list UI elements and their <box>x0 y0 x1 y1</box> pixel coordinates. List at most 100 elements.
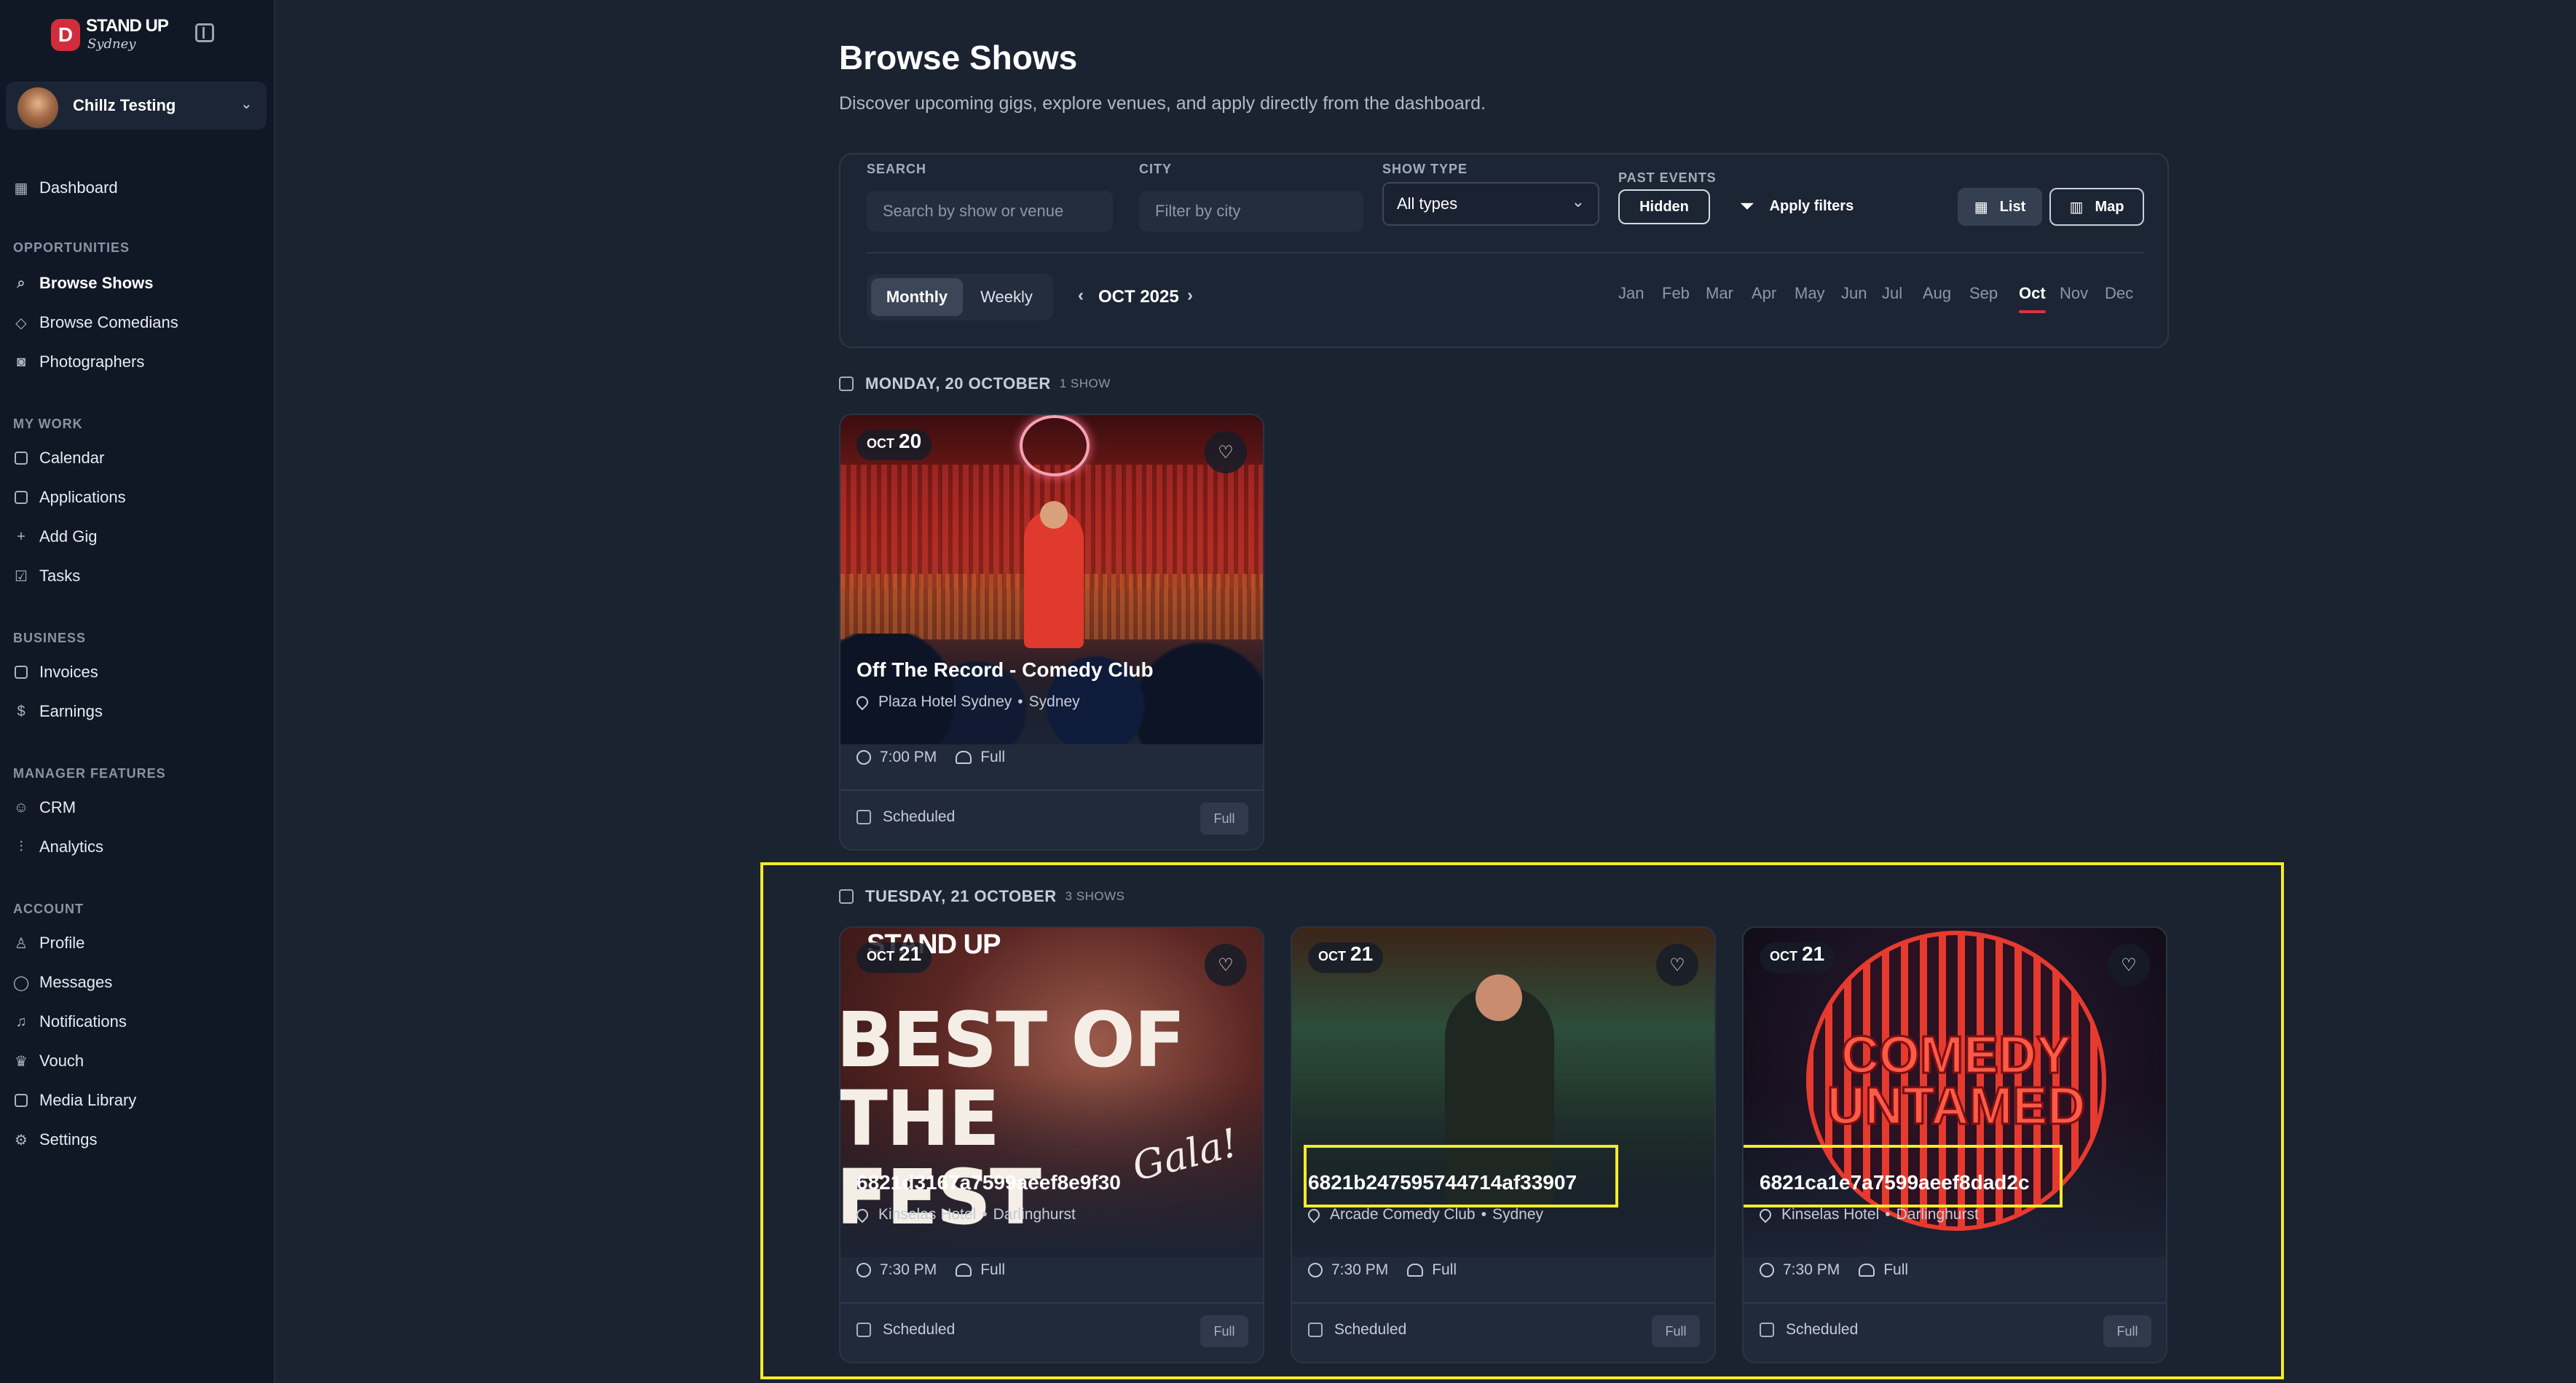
sidebar-item-label: Tasks <box>39 567 81 585</box>
card-divider <box>840 1302 1263 1304</box>
month-tab-oct[interactable]: Oct <box>2019 284 2046 313</box>
sidebar-item-invoices[interactable]: Invoices <box>13 659 261 685</box>
date-day: 20 <box>899 430 922 452</box>
city-input[interactable]: Filter by city <box>1139 191 1363 232</box>
show-card[interactable]: COMEDY UNTAMED OCT 21 ♡ 6821ca1e7a7599aee… <box>1742 926 2167 1363</box>
crown-icon: ♛ <box>15 1053 28 1070</box>
sidebar-item-label: Calendar <box>39 449 105 467</box>
avatar <box>17 87 58 128</box>
show-type-select[interactable]: All types ⌄ <box>1382 182 1599 226</box>
venue-city: Sydney <box>1492 1206 1543 1223</box>
sidebar-item-settings[interactable]: ⚙ Settings <box>13 1127 261 1153</box>
show-card[interactable]: OCT 20 ♡ Off The Record - Comedy Club Pla… <box>839 414 1264 851</box>
prev-month-icon[interactable]: ‹ <box>1078 285 1084 306</box>
favorite-heart-icon[interactable]: ♡ <box>1205 944 1247 986</box>
past-events-toggle[interactable]: Hidden <box>1618 189 1710 224</box>
calendar-icon <box>13 450 29 466</box>
month-tab-jun[interactable]: Jun <box>1841 284 1867 303</box>
sidebar-item-dashboard[interactable]: ▦ Dashboard <box>13 175 261 201</box>
month-tab-dec[interactable]: Dec <box>2105 284 2133 303</box>
plus-icon: + <box>17 528 25 545</box>
search-input[interactable]: Search by show or venue <box>867 191 1113 232</box>
sidebar-item-photographers[interactable]: ◙ Photographers <box>13 349 261 375</box>
venue-city: Darlinghurst <box>1896 1206 1979 1223</box>
show-count: 3 SHOWS <box>1065 889 1125 903</box>
sidebar-item-messages[interactable]: ◯ Messages <box>13 969 261 996</box>
sidebar-item-label: Notifications <box>39 1012 127 1031</box>
map-pin-icon <box>1757 1206 1774 1224</box>
sidebar-item-analytics[interactable]: ⫶ Analytics <box>13 834 261 860</box>
sidebar-item-media-library[interactable]: Media Library <box>13 1087 261 1114</box>
favorite-heart-icon[interactable]: ♡ <box>1656 944 1698 986</box>
sidebar-item-label: Photographers <box>39 352 145 371</box>
search-label: SEARCH <box>867 162 927 176</box>
date-day: 21 <box>1350 942 1374 965</box>
map-view-label: Map <box>2095 198 2124 215</box>
map-pin-icon <box>1305 1206 1323 1224</box>
sidebar-item-applications[interactable]: Applications <box>13 484 261 511</box>
monthly-button[interactable]: Monthly <box>871 278 963 316</box>
chevron-down-icon: ⌄ <box>240 96 253 112</box>
map-pin-icon <box>854 693 871 711</box>
sidebar-item-browse-shows[interactable]: ⌕ Browse Shows <box>13 270 261 296</box>
show-capacity: Full <box>980 749 1006 765</box>
month-tab-aug[interactable]: Aug <box>1923 284 1951 303</box>
weekly-button[interactable]: Weekly <box>964 278 1049 316</box>
date-month: OCT <box>867 436 894 451</box>
sidebar-item-browse-comedians[interactable]: ◇ Browse Comedians <box>13 310 261 336</box>
filter-divider <box>867 252 2144 253</box>
brand-name: STAND UP <box>86 16 169 36</box>
calendar-icon <box>856 1323 871 1337</box>
month-tab-mar[interactable]: Mar <box>1706 284 1733 303</box>
month-tab-may[interactable]: May <box>1795 284 1825 303</box>
month-tab-apr[interactable]: Apr <box>1752 284 1776 303</box>
sidebar-item-earnings[interactable]: $ Earnings <box>13 698 261 725</box>
sidebar-item-crm[interactable]: ☺ CRM <box>13 795 261 821</box>
show-card[interactable]: STAND UP BEST OF THE FEST Gala! OCT 21 ♡ … <box>839 926 1264 1363</box>
show-meta: 7:00 PM Full <box>856 749 1005 766</box>
date-day: 21 <box>1802 942 1825 965</box>
search-icon: ⌕ <box>17 275 25 291</box>
clock-icon <box>1760 1263 1774 1277</box>
sidebar-item-vouch[interactable]: ♛ Vouch <box>13 1048 261 1074</box>
sidebar-item-tasks[interactable]: ☑ Tasks <box>13 563 261 589</box>
clock-icon <box>856 1263 871 1277</box>
gear-icon: ⚙ <box>15 1132 28 1148</box>
list-view-button[interactable]: ▦ List <box>1958 188 2042 226</box>
sidebar-item-calendar[interactable]: Calendar <box>13 445 261 471</box>
calendar-icon <box>839 377 854 391</box>
users-icon <box>1407 1264 1424 1277</box>
sidebar-item-profile[interactable]: ♙ Profile <box>13 930 261 956</box>
grid-icon: ▦ <box>1974 199 1988 216</box>
brand-logo-icon[interactable]: D <box>51 19 80 51</box>
users-icon <box>956 751 972 764</box>
month-tab-feb[interactable]: Feb <box>1662 284 1690 303</box>
show-title: 6821ca1e7a7599aeef8dad2c <box>1760 1171 2030 1194</box>
map-view-button[interactable]: ▥ Map <box>2049 188 2144 226</box>
month-tab-sep[interactable]: Sep <box>1969 284 1998 303</box>
sidebar-item-label: Media Library <box>39 1091 137 1109</box>
sidebar-toggle-icon[interactable] <box>195 23 214 42</box>
date-day: 21 <box>899 942 922 965</box>
favorite-heart-icon[interactable]: ♡ <box>1205 431 1247 473</box>
month-tab-jul[interactable]: Jul <box>1882 284 1902 303</box>
chart-icon: ⫶ <box>19 838 23 855</box>
next-month-icon[interactable]: › <box>1187 285 1193 306</box>
user-switcher[interactable]: Chillz Testing ⌄ <box>6 82 267 130</box>
show-image-detail <box>840 634 1263 744</box>
sidebar-item-notifications[interactable]: ♫ Notifications <box>13 1009 261 1035</box>
show-card[interactable]: OCT 21 ♡ 6821b247595744714af33907 Arcade … <box>1291 926 1716 1363</box>
sidebar-item-add-gig[interactable]: + Add Gig <box>13 524 261 550</box>
apply-filters-button[interactable]: ⏷ Apply filters <box>1741 197 1854 216</box>
date-badge: OCT 21 <box>1308 942 1384 973</box>
show-time: 7:30 PM <box>1783 1261 1840 1278</box>
favorite-heart-icon[interactable]: ♡ <box>2108 944 2150 986</box>
sidebar-item-label: Vouch <box>39 1052 84 1070</box>
show-capacity: Full <box>980 1261 1006 1278</box>
city-label: CITY <box>1139 162 1173 176</box>
show-venue: Kinselas Hotel • Darlinghurst <box>1757 1206 1979 1224</box>
month-tab-nov[interactable]: Nov <box>2060 284 2088 303</box>
month-tab-jan[interactable]: Jan <box>1618 284 1644 303</box>
clock-icon <box>856 750 871 765</box>
show-venue: Arcade Comedy Club • Sydney <box>1305 1206 1543 1224</box>
